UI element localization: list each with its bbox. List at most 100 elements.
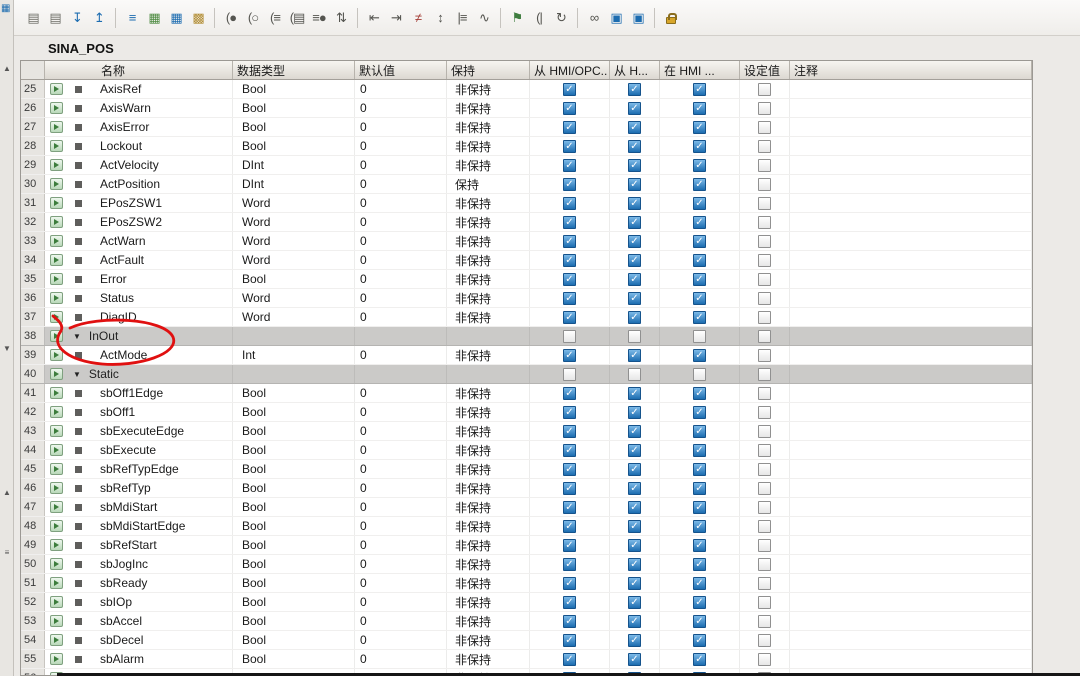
- table-row[interactable]: 49 sbRefStart Bool 0 非保持: [21, 536, 1032, 555]
- hmi-visible-checkbox[interactable]: [693, 158, 706, 172]
- setpoint-checkbox[interactable]: [758, 386, 771, 400]
- outdent-icon[interactable]: ⇤: [363, 6, 385, 30]
- hmi-visible-checkbox[interactable]: [693, 614, 706, 628]
- hmi-opc-checkbox[interactable]: [563, 101, 576, 115]
- hmi-h-checkbox[interactable]: [628, 519, 641, 533]
- hmi-h-checkbox[interactable]: [628, 481, 641, 495]
- variable-name[interactable]: Static: [89, 367, 119, 381]
- trace-icon[interactable]: ∿: [473, 6, 495, 30]
- hmi-h-checkbox[interactable]: [628, 348, 641, 362]
- hmi-h-checkbox[interactable]: [628, 386, 641, 400]
- table-row[interactable]: 37 DiagID Word 0 非保持: [21, 308, 1032, 327]
- hmi-opc-checkbox[interactable]: [563, 139, 576, 153]
- expand-members-icon[interactable]: ≡: [121, 6, 143, 30]
- hmi-visible-checkbox[interactable]: [693, 576, 706, 590]
- hmi-opc-checkbox[interactable]: [563, 443, 576, 457]
- hmi-opc-checkbox[interactable]: [563, 158, 576, 172]
- hmi-opc-checkbox[interactable]: [563, 329, 576, 343]
- table-row[interactable]: 48 sbMdiStartEdge Bool 0 非保持: [21, 517, 1032, 536]
- hmi-visible-checkbox[interactable]: [693, 291, 706, 305]
- hmi-visible-checkbox[interactable]: [693, 272, 706, 286]
- variable-name[interactable]: ActVelocity: [100, 158, 159, 172]
- setpoint-checkbox[interactable]: [758, 253, 771, 267]
- hmi-h-checkbox[interactable]: [628, 500, 641, 514]
- variable-name[interactable]: sbMdiStartEdge: [100, 519, 185, 533]
- setpoint-checkbox[interactable]: [758, 519, 771, 533]
- sort-icon[interactable]: ↕: [429, 6, 451, 30]
- setpoint-checkbox[interactable]: [758, 595, 771, 609]
- import-table-icon[interactable]: ▦: [165, 6, 187, 30]
- hmi-h-checkbox[interactable]: [628, 614, 641, 628]
- hmi-h-checkbox[interactable]: [628, 595, 641, 609]
- setpoint-checkbox[interactable]: [758, 272, 771, 286]
- hmi-h-checkbox[interactable]: [628, 234, 641, 248]
- hmi-opc-checkbox[interactable]: [563, 120, 576, 134]
- table-row[interactable]: 44 sbExecute Bool 0 非保持: [21, 441, 1032, 460]
- scroll-up-secondary-icon[interactable]: ▲: [1, 486, 13, 498]
- setpoint-checkbox[interactable]: [758, 614, 771, 628]
- setpoint-checkbox[interactable]: [758, 652, 771, 666]
- hmi-opc-checkbox[interactable]: [563, 405, 576, 419]
- hmi-h-checkbox[interactable]: [628, 367, 641, 381]
- table-row[interactable]: 35 Error Bool 0 非保持: [21, 270, 1032, 289]
- sync-editor-icon[interactable]: ▣: [627, 6, 649, 30]
- column-header[interactable]: 从 H...: [610, 61, 660, 79]
- column-header[interactable]: 设定值: [740, 61, 790, 79]
- column-header[interactable]: 数据类型: [233, 61, 355, 79]
- hmi-opc-checkbox[interactable]: [563, 82, 576, 96]
- format-list-icon[interactable]: |≡: [451, 6, 473, 30]
- table-row[interactable]: 34 ActFault Word 0 非保持: [21, 251, 1032, 270]
- compare-values-icon[interactable]: ≠: [407, 6, 429, 30]
- setpoint-checkbox[interactable]: [758, 101, 771, 115]
- setpoint-checkbox[interactable]: [758, 82, 771, 96]
- table-row[interactable]: 29 ActVelocity DInt 0 非保持: [21, 156, 1032, 175]
- snapshot-values-icon[interactable]: (○: [242, 6, 264, 30]
- setpoint-checkbox[interactable]: [758, 462, 771, 476]
- variable-name[interactable]: AxisRef: [100, 82, 141, 96]
- refresh-icon[interactable]: ↻: [550, 6, 572, 30]
- load-start-values-icon[interactable]: (▤: [286, 6, 308, 30]
- hmi-opc-checkbox[interactable]: [563, 386, 576, 400]
- setpoint-checkbox[interactable]: [758, 633, 771, 647]
- setpoint-checkbox[interactable]: [758, 120, 771, 134]
- link-icon[interactable]: ∞: [583, 6, 605, 30]
- hmi-h-checkbox[interactable]: [628, 253, 641, 267]
- hmi-opc-checkbox[interactable]: [563, 538, 576, 552]
- collapse-triangle-icon[interactable]: ▼: [73, 332, 81, 341]
- initialize-setpoints-icon[interactable]: ≡●: [308, 6, 330, 30]
- hmi-opc-checkbox[interactable]: [563, 367, 576, 381]
- hmi-opc-checkbox[interactable]: [563, 576, 576, 590]
- hmi-opc-checkbox[interactable]: [563, 462, 576, 476]
- hmi-visible-checkbox[interactable]: [693, 215, 706, 229]
- table-row[interactable]: 47 sbMdiStart Bool 0 非保持: [21, 498, 1032, 517]
- variable-name[interactable]: AxisWarn: [100, 101, 151, 115]
- add-row-icon[interactable]: ▤: [44, 6, 66, 30]
- setpoint-checkbox[interactable]: [758, 367, 771, 381]
- setpoint-checkbox[interactable]: [758, 310, 771, 324]
- hmi-h-checkbox[interactable]: [628, 196, 641, 210]
- column-header[interactable]: 名称: [45, 61, 233, 79]
- setpoint-checkbox[interactable]: [758, 291, 771, 305]
- hmi-visible-checkbox[interactable]: [693, 405, 706, 419]
- variable-name[interactable]: sbOff1: [100, 405, 135, 419]
- setpoint-checkbox[interactable]: [758, 215, 771, 229]
- hmi-visible-checkbox[interactable]: [693, 481, 706, 495]
- table-row[interactable]: 38 ▼ InOut: [21, 327, 1032, 346]
- table-row[interactable]: 31 EPosZSW1 Word 0 非保持: [21, 194, 1032, 213]
- hmi-opc-checkbox[interactable]: [563, 196, 576, 210]
- hmi-visible-checkbox[interactable]: [693, 234, 706, 248]
- hmi-h-checkbox[interactable]: [628, 329, 641, 343]
- hmi-visible-checkbox[interactable]: [693, 82, 706, 96]
- hmi-opc-checkbox[interactable]: [563, 272, 576, 286]
- hmi-opc-checkbox[interactable]: [563, 253, 576, 267]
- variable-name[interactable]: sbRefStart: [100, 538, 157, 552]
- variable-name[interactable]: Lockout: [100, 139, 142, 153]
- copy-snapshot-icon[interactable]: (≡: [264, 6, 286, 30]
- hmi-visible-checkbox[interactable]: [693, 196, 706, 210]
- variable-name[interactable]: sbOff1Edge: [100, 386, 163, 400]
- variable-name[interactable]: ActPosition: [100, 177, 160, 191]
- hmi-opc-checkbox[interactable]: [563, 177, 576, 191]
- hmi-visible-checkbox[interactable]: [693, 633, 706, 647]
- hmi-opc-checkbox[interactable]: [563, 519, 576, 533]
- hmi-opc-checkbox[interactable]: [563, 595, 576, 609]
